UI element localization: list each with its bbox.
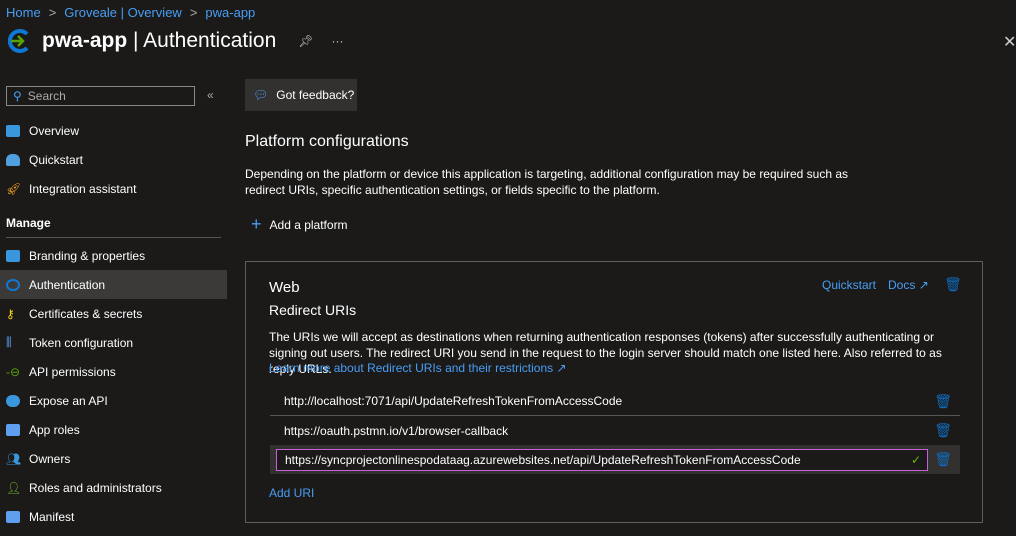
rocket-icon: 🚀︎ bbox=[6, 181, 22, 196]
section-title: Platform configurations bbox=[245, 133, 409, 150]
delete-uri-icon[interactable]: 🗑︎ bbox=[934, 451, 952, 468]
sidebar-item-branding[interactable]: Branding & properties bbox=[0, 241, 227, 270]
sidebar-item-manifest[interactable]: Manifest bbox=[0, 502, 227, 531]
page-header: pwa-app | Authentication 📌︎ ··· bbox=[6, 28, 343, 54]
feedback-button[interactable]: 💬︎ Got feedback? bbox=[245, 79, 357, 111]
close-icon[interactable]: ✕ bbox=[1003, 32, 1016, 52]
delete-uri-icon[interactable]: 🗑︎ bbox=[934, 393, 952, 410]
uri-row: http://localhost:7071/api/UpdateRefreshT… bbox=[270, 387, 960, 416]
plus-icon: + bbox=[251, 214, 262, 234]
redirect-uris-heading: Redirect URIs bbox=[269, 302, 357, 318]
sidebar-item-app-roles[interactable]: App roles bbox=[0, 415, 227, 444]
overview-icon bbox=[6, 124, 20, 137]
chevron-right-icon: > bbox=[48, 5, 57, 20]
delete-uri-icon[interactable]: 🗑︎ bbox=[934, 422, 952, 439]
sidebar-item-overview[interactable]: Overview bbox=[0, 116, 227, 145]
authentication-icon bbox=[6, 278, 20, 291]
uri-row: https://oauth.pstmn.io/v1/browser-callba… bbox=[284, 422, 952, 439]
app-roles-icon bbox=[6, 423, 20, 436]
sidebar-item-expose-api[interactable]: Expose an API bbox=[0, 386, 227, 415]
sidebar-item-certificates[interactable]: ⚷ Certificates & secrets bbox=[0, 299, 227, 328]
breadcrumb-app[interactable]: pwa-app bbox=[205, 5, 255, 20]
sidebar-item-owners[interactable]: 👥︎ Owners bbox=[0, 444, 227, 473]
uri-input[interactable]: https://syncprojectonlinespodataag.azure… bbox=[276, 448, 928, 471]
add-platform-button[interactable]: + Add a platform bbox=[251, 214, 348, 235]
valid-check-icon: ✓ bbox=[910, 452, 921, 467]
learn-more-link[interactable]: Learn more about Redirect URIs and their… bbox=[269, 361, 567, 375]
breadcrumb: Home > Groveale | Overview > pwa-app bbox=[6, 5, 255, 20]
owners-icon: 👥︎ bbox=[6, 451, 22, 466]
uri-row-editing: https://syncprojectonlinespodataag.azure… bbox=[270, 445, 960, 474]
more-options-button[interactable]: ··· bbox=[331, 34, 343, 48]
roles-icon: 👤︎ bbox=[6, 480, 22, 495]
external-link-icon: ↗ bbox=[918, 278, 929, 292]
feedback-icon: 💬︎ bbox=[253, 88, 269, 102]
page-title: pwa-app | Authentication bbox=[42, 29, 277, 52]
authentication-icon bbox=[7, 29, 29, 53]
chevron-right-icon: > bbox=[189, 5, 198, 20]
branding-icon bbox=[6, 249, 20, 262]
sidebar-item-roles-admins[interactable]: 👤︎ Roles and administrators bbox=[0, 473, 227, 502]
search-icon: ⚲ bbox=[13, 89, 22, 103]
sidebar-item-token-configuration[interactable]: ⫼ Token configuration bbox=[0, 328, 227, 357]
section-manage: Manage bbox=[6, 203, 221, 238]
breadcrumb-overview[interactable]: Groveale | Overview bbox=[64, 5, 182, 20]
sidebar-item-quickstart[interactable]: Quickstart bbox=[0, 145, 227, 174]
platform-description: Depending on the platform or device this… bbox=[245, 167, 849, 197]
sidebar-item-authentication[interactable]: Authentication bbox=[0, 270, 227, 299]
add-uri-button[interactable]: Add URI bbox=[269, 486, 314, 500]
breadcrumb-home[interactable]: Home bbox=[6, 5, 41, 20]
sidebar: Overview Quickstart 🚀︎ Integration assist… bbox=[0, 116, 227, 531]
sidebar-item-integration-assistant[interactable]: 🚀︎ Integration assistant bbox=[0, 174, 227, 203]
pin-icon[interactable]: 📌︎ bbox=[298, 34, 313, 48]
cloud-icon bbox=[6, 394, 20, 407]
key-icon: ⚷ bbox=[6, 306, 15, 321]
docs-link[interactable]: Docs ↗ bbox=[888, 278, 929, 292]
api-permissions-icon: -⊖ bbox=[6, 364, 21, 379]
external-link-icon: ↗ bbox=[556, 361, 567, 375]
sidebar-item-api-permissions[interactable]: -⊖ API permissions bbox=[0, 357, 227, 386]
manifest-icon bbox=[6, 510, 20, 523]
web-platform-card: Web Redirect URIs Quickstart Docs ↗ 🗑︎ T… bbox=[245, 261, 983, 523]
collapse-sidebar-icon[interactable]: « bbox=[207, 88, 214, 102]
quickstart-icon bbox=[6, 153, 20, 166]
quickstart-link[interactable]: Quickstart bbox=[822, 278, 876, 292]
web-title: Web bbox=[269, 279, 300, 296]
search-input[interactable]: ⚲ Search bbox=[6, 86, 195, 106]
delete-platform-icon[interactable]: 🗑︎ bbox=[944, 276, 962, 293]
token-icon: ⫼ bbox=[6, 335, 12, 349]
